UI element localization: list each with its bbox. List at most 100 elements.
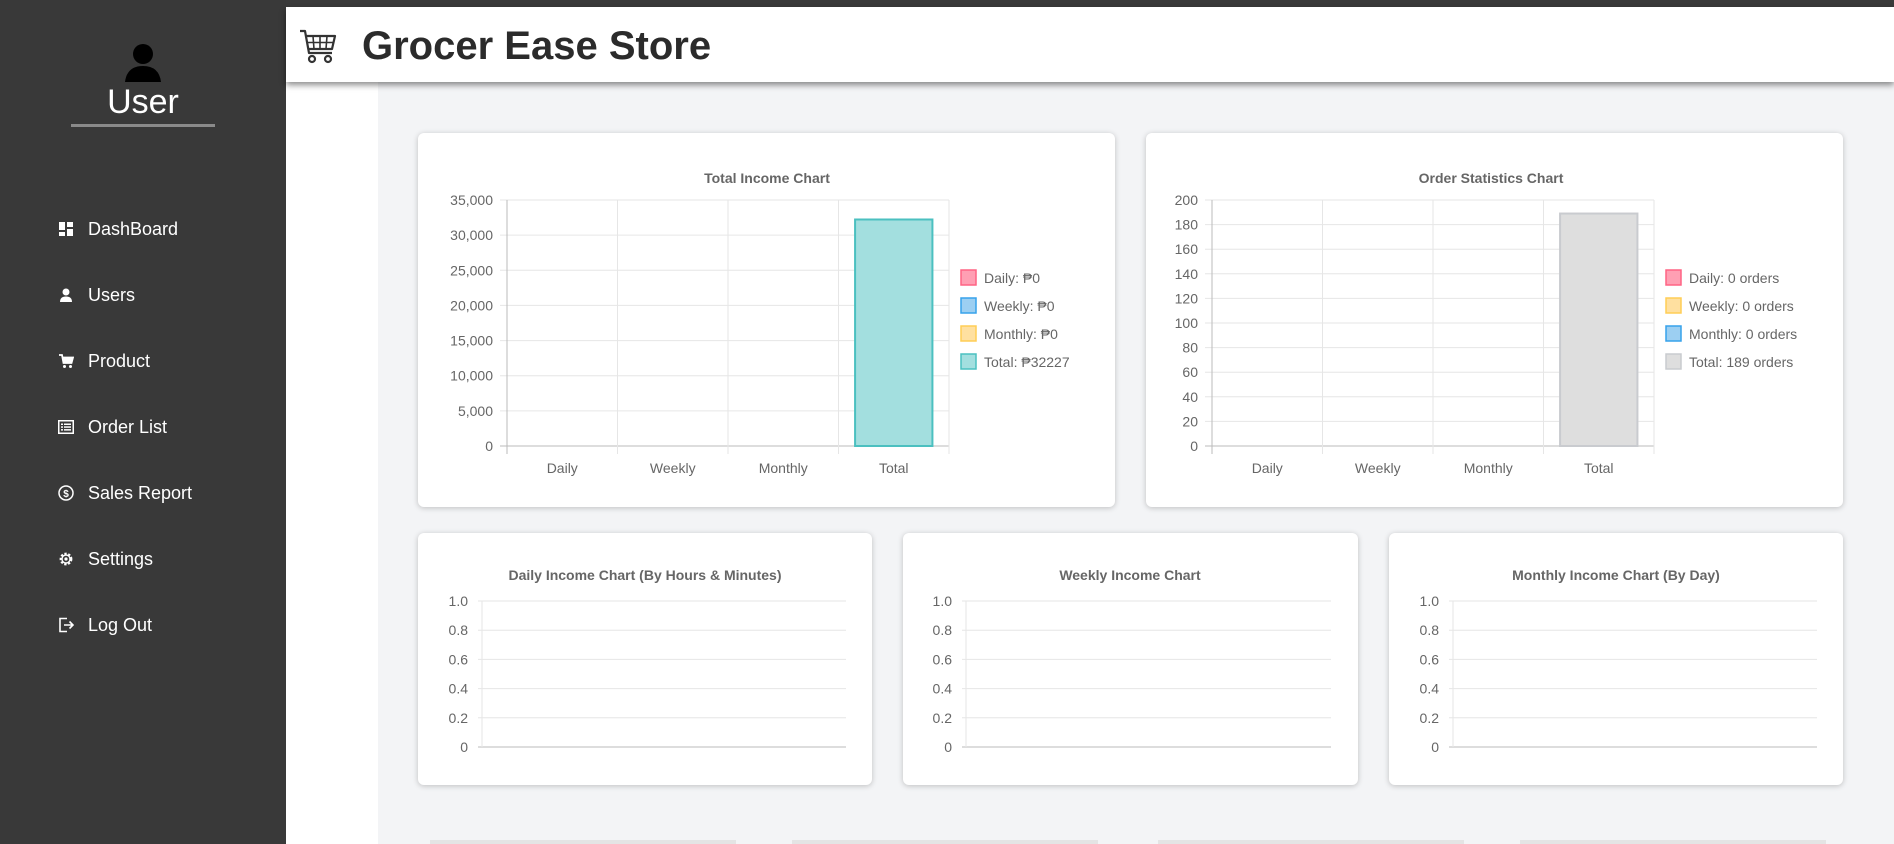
legend-swatch (960, 297, 977, 314)
daily-income-chart-card: Daily Income Chart (By Hours & Minutes) 1… (418, 533, 872, 785)
legend-swatch (960, 353, 977, 370)
sidebar-item-sales-report[interactable]: $ Sales Report (0, 460, 286, 526)
next-card-edge (1158, 840, 1464, 844)
y-tick-label: 160 (1175, 241, 1199, 257)
user-avatar-icon (125, 44, 161, 82)
legend-swatch (1665, 325, 1682, 342)
dashboard-icon (57, 220, 75, 238)
y-tick-label: 0 (1431, 739, 1439, 755)
y-tick-label: 0.6 (933, 651, 953, 667)
y-tick-label: 120 (1175, 290, 1199, 306)
user-icon (57, 286, 75, 304)
y-tick-label: 0.2 (1420, 710, 1440, 726)
y-tick-label: 1.0 (449, 593, 469, 609)
sidebar-item-label: Sales Report (88, 482, 193, 503)
list-icon (57, 418, 75, 436)
user-name: User (107, 83, 179, 121)
user-profile[interactable]: User (0, 42, 286, 127)
y-tick-label: 0.4 (449, 681, 469, 697)
y-tick-label: 100 (1175, 315, 1199, 331)
sidebar-item-dashboard[interactable]: DashBoard (0, 196, 286, 262)
legend-swatch (960, 325, 977, 342)
x-tick-label: Total (879, 460, 909, 476)
monthly-income-chart: Monthly Income Chart (By Day) 1.0 0.8 0.6 0.… (1420, 567, 1817, 755)
y-tick-label: 20 (1182, 413, 1198, 429)
y-tick-label: 0 (1190, 438, 1198, 454)
x-tick-label: Monthly (1464, 460, 1513, 476)
chart-title: Total Income Chart (704, 170, 830, 186)
y-tick-label: 1.0 (933, 593, 953, 609)
content-left-gutter (286, 82, 378, 844)
sidebar-nav: DashBoard Users Product Order List $ Sal… (0, 196, 286, 658)
chart-title: Daily Income Chart (By Hours & Minutes) (508, 567, 781, 583)
x-tick-label: Monthly (759, 460, 808, 476)
next-card-edge (1520, 840, 1826, 844)
y-tick-label: 0.2 (933, 710, 953, 726)
y-tick-label: 80 (1182, 340, 1198, 356)
legend-swatch (1665, 353, 1682, 370)
y-tick-label: 0.6 (1420, 651, 1440, 667)
x-tick-label: Daily (547, 460, 578, 476)
sidebar-item-settings[interactable]: Settings (0, 526, 286, 592)
total-income-chart: Total Income Chart 35,000 30,000 25,000 20,0… (450, 170, 1070, 476)
legend-label: Monthly: ₱0 (984, 326, 1058, 342)
logout-icon (57, 616, 75, 634)
y-tick-label: 15,000 (450, 333, 493, 349)
y-tick-label: 35,000 (450, 192, 493, 208)
y-tick-label: 0 (944, 739, 952, 755)
sidebar-item-users[interactable]: Users (0, 262, 286, 328)
sidebar-item-logout[interactable]: Log Out (0, 592, 286, 658)
legend-swatch (1665, 269, 1682, 286)
y-tick-label: 1.0 (1420, 593, 1440, 609)
legend-label: Total: ₱32227 (984, 354, 1070, 370)
sidebar-item-label: DashBoard (88, 218, 179, 239)
legend-label: Daily: ₱0 (984, 270, 1040, 286)
legend-label: Weekly: ₱0 (984, 298, 1055, 314)
y-tick-label: 0.2 (449, 710, 469, 726)
user-underline (71, 124, 215, 127)
cart-icon (57, 352, 75, 370)
y-tick-label: 25,000 (450, 262, 493, 278)
y-tick-label: 200 (1175, 192, 1199, 208)
legend-label: Total: 189 orders (1689, 354, 1793, 370)
order-statistics-chart-card: Order Statistics Chart 200 180 160 140 120 100… (1146, 133, 1843, 507)
next-card-edge (792, 840, 1098, 844)
y-tick-label: 180 (1175, 217, 1199, 233)
x-tick-label: Weekly (1355, 460, 1401, 476)
sidebar-item-product[interactable]: Product (0, 328, 286, 394)
weekly-income-chart-card: Weekly Income Chart 1.0 0.8 0.6 0.4 0.2 0 (903, 533, 1358, 785)
top-header: Grocer Ease Store (286, 7, 1894, 82)
shopping-cart-icon (300, 29, 337, 64)
y-tick-label: 30,000 (450, 227, 493, 243)
chart-title: Order Statistics Chart (1419, 170, 1564, 186)
daily-income-chart: Daily Income Chart (By Hours & Minutes) 1… (449, 567, 846, 755)
x-tick-label: Daily (1252, 460, 1283, 476)
y-tick-label: 0.4 (1420, 681, 1440, 697)
sidebar-item-label: Settings (88, 548, 154, 569)
bar (1559, 212, 1639, 447)
x-tick-label: Total (1584, 460, 1614, 476)
y-tick-label: 20,000 (450, 297, 493, 313)
y-tick-label: 0 (485, 438, 493, 454)
sidebar-item-order-list[interactable]: Order List (0, 394, 286, 460)
y-tick-label: 0 (460, 739, 468, 755)
legend-label: Weekly: 0 orders (1689, 298, 1794, 314)
y-tick-label: 0.8 (1420, 622, 1440, 638)
monthly-income-chart-card: Monthly Income Chart (By Day) 1.0 0.8 0.6 0.… (1389, 533, 1843, 785)
bar (854, 218, 934, 447)
y-tick-label: 0.8 (449, 622, 469, 638)
sidebar-item-label: Users (88, 284, 136, 305)
sidebar-item-label: Product (88, 350, 151, 371)
total-income-chart-card: Total Income Chart 35,000 30,000 25,000 20,0… (418, 133, 1115, 507)
gear-icon (57, 550, 75, 568)
chart-title: Monthly Income Chart (By Day) (1512, 567, 1720, 583)
y-tick-label: 10,000 (450, 368, 493, 384)
y-tick-label: 0.8 (933, 622, 953, 638)
next-card-edge (430, 840, 736, 844)
y-tick-label: 0.4 (933, 681, 953, 697)
page-title: Grocer Ease Store (362, 24, 712, 68)
legend-swatch (960, 269, 977, 286)
sidebar-item-label: Log Out (88, 614, 153, 635)
legend-swatch (1665, 297, 1682, 314)
y-tick-label: 140 (1175, 266, 1199, 282)
